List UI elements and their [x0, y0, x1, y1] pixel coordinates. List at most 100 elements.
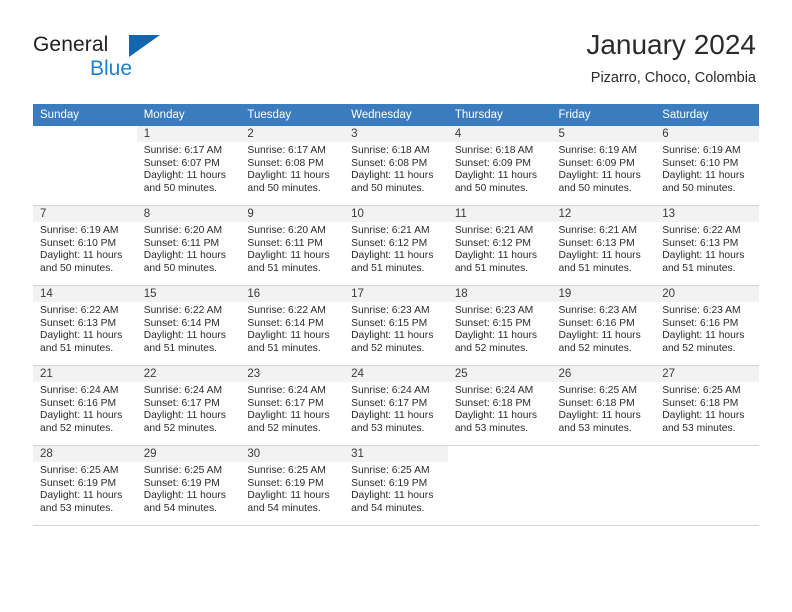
sunrise-text: Sunrise: 6:25 AM: [662, 385, 741, 396]
brand-name-blue: Blue: [90, 57, 133, 80]
day-cell[interactable]: 30 Sunrise: 6:25 AM Sunset: 6:19 PM Dayligh…: [240, 445, 345, 526]
day-cell[interactable]: 31 Sunrise: 6:25 AM Sunset: 6:19 PM Dayligh…: [344, 445, 448, 526]
sunset-text: Sunset: 6:19 PM: [143, 477, 220, 489]
day-cell[interactable]: 16 Sunrise: 6:22 AM Sunset: 6:14 PM Dayligh…: [240, 285, 345, 366]
sunrise-text: Sunrise: 6:19 AM: [662, 145, 741, 156]
daylight-text-line2: and 53 minutes.: [40, 502, 114, 514]
daylight-text-line1: Daylight: 11 hours: [143, 490, 226, 502]
day-number: 23: [240, 366, 345, 382]
sunset-text: Sunset: 6:13 PM: [662, 237, 739, 249]
daylight-text-line1: Daylight: 11 hours: [143, 250, 226, 262]
day-cell[interactable]: 8 Sunrise: 6:20 AM Sunset: 6:11 PM Daylight…: [136, 205, 241, 286]
brand-name-general: General: [33, 33, 109, 56]
day-cell[interactable]: 15 Sunrise: 6:22 AM Sunset: 6:14 PM Dayligh…: [136, 285, 241, 366]
day-cell[interactable]: 10 Sunrise: 6:21 AM Sunset: 6:12 PM Dayligh…: [344, 205, 448, 286]
day-cell[interactable]: [655, 445, 759, 526]
daylight-text-line2: and 50 minutes.: [40, 262, 114, 274]
week-row: 1 Sunrise: 6:17 AM Sunset: 6:07 PM Daylight…: [33, 126, 759, 206]
daylight-text-line2: and 50 minutes.: [143, 182, 217, 194]
sunset-text: Sunset: 6:19 PM: [40, 477, 117, 489]
day-number: 8: [136, 206, 241, 222]
day-cell[interactable]: 17 Sunrise: 6:23 AM Sunset: 6:15 PM Dayligh…: [344, 285, 448, 366]
week-row: 7 Sunrise: 6:19 AM Sunset: 6:10 PM Daylight…: [33, 205, 759, 286]
day-cell[interactable]: 5 Sunrise: 6:19 AM Sunset: 6:09 PM Daylight…: [551, 126, 656, 206]
week-row: 21 Sunrise: 6:24 AM Sunset: 6:16 PM Dayligh…: [33, 365, 759, 446]
day-cell[interactable]: 11 Sunrise: 6:21 AM Sunset: 6:12 PM Dayligh…: [447, 205, 552, 286]
sunrise-text: Sunrise: 6:25 AM: [143, 465, 223, 476]
sunset-text: Sunset: 6:14 PM: [143, 317, 220, 329]
daylight-text-line1: Daylight: 11 hours: [143, 170, 226, 182]
daylight-text-line1: Daylight: 11 hours: [247, 330, 330, 342]
day-number: 6: [655, 126, 759, 142]
day-cell[interactable]: 9 Sunrise: 6:20 AM Sunset: 6:11 PM Daylight…: [240, 205, 345, 286]
day-cell[interactable]: 18 Sunrise: 6:23 AM Sunset: 6:15 PM Dayligh…: [447, 285, 552, 366]
daylight-text-line2: and 51 minutes.: [247, 262, 321, 274]
sunrise-text: Sunrise: 6:22 AM: [40, 305, 119, 316]
sunrise-text: Sunrise: 6:19 AM: [40, 225, 119, 236]
day-cell[interactable]: 1 Sunrise: 6:17 AM Sunset: 6:07 PM Daylight…: [136, 126, 241, 206]
day-cell[interactable]: 13 Sunrise: 6:22 AM Sunset: 6:13 PM Dayligh…: [655, 205, 759, 286]
sunrise-text: Sunrise: 6:23 AM: [558, 305, 637, 316]
daylight-text-line1: Daylight: 11 hours: [247, 170, 330, 182]
sunrise-text: Sunrise: 6:22 AM: [143, 305, 223, 316]
sunset-text: Sunset: 6:17 PM: [143, 397, 220, 409]
sunset-text: Sunset: 6:13 PM: [558, 237, 635, 249]
day-number: 28: [33, 446, 137, 462]
day-number: 21: [33, 366, 137, 382]
daylight-text-line1: Daylight: 11 hours: [351, 250, 434, 262]
day-cell[interactable]: 3 Sunrise: 6:18 AM Sunset: 6:08 PM Daylight…: [344, 126, 448, 206]
day-cell[interactable]: [447, 445, 552, 526]
daylight-text-line2: and 52 minutes.: [662, 342, 736, 354]
sunrise-text: Sunrise: 6:18 AM: [351, 145, 430, 156]
daylight-text-line2: and 54 minutes.: [247, 502, 321, 514]
sunrise-text: Sunrise: 6:24 AM: [351, 385, 430, 396]
day-cell[interactable]: 25 Sunrise: 6:24 AM Sunset: 6:18 PM Dayligh…: [447, 365, 552, 446]
day-number: 9: [240, 206, 345, 222]
title-block: January 2024 Pizarro, Choco, Colombia: [586, 28, 756, 87]
day-cell[interactable]: 26 Sunrise: 6:25 AM Sunset: 6:18 PM Dayligh…: [551, 365, 656, 446]
brand-logo[interactable]: General Blue: [33, 33, 253, 87]
daylight-text-line2: and 52 minutes.: [247, 422, 321, 434]
day-cell[interactable]: 27 Sunrise: 6:25 AM Sunset: 6:18 PM Dayligh…: [655, 365, 759, 446]
page-title: January 2024: [586, 29, 756, 60]
sunset-text: Sunset: 6:09 PM: [558, 157, 635, 169]
sunset-text: Sunset: 6:08 PM: [247, 157, 324, 169]
day-cell[interactable]: 22 Sunrise: 6:24 AM Sunset: 6:17 PM Dayligh…: [136, 365, 241, 446]
day-cell[interactable]: 24 Sunrise: 6:24 AM Sunset: 6:17 PM Dayligh…: [344, 365, 448, 446]
daylight-text-line2: and 51 minutes.: [351, 262, 425, 274]
sunset-text: Sunset: 6:09 PM: [454, 157, 531, 169]
weekday-header-saturday: Saturday: [655, 104, 759, 126]
day-cell[interactable]: 6 Sunrise: 6:19 AM Sunset: 6:10 PM Daylight…: [655, 126, 759, 206]
day-number: 25: [447, 366, 552, 382]
sunset-text: Sunset: 6:08 PM: [351, 157, 428, 169]
day-cell[interactable]: 28 Sunrise: 6:25 AM Sunset: 6:19 PM Dayligh…: [33, 445, 137, 526]
day-cell[interactable]: 29 Sunrise: 6:25 AM Sunset: 6:19 PM Dayligh…: [136, 445, 241, 526]
daylight-text-line1: Daylight: 11 hours: [143, 330, 226, 342]
daylight-text-line1: Daylight: 11 hours: [40, 490, 123, 502]
day-cell[interactable]: 19 Sunrise: 6:23 AM Sunset: 6:16 PM Dayligh…: [551, 285, 656, 366]
weekday-header-wednesday: Wednesday: [344, 104, 448, 126]
weekday-header-friday: Friday: [551, 104, 656, 126]
day-cell[interactable]: 21 Sunrise: 6:24 AM Sunset: 6:16 PM Dayligh…: [33, 365, 137, 446]
daylight-text-line2: and 52 minutes.: [143, 422, 217, 434]
week-row: 14 Sunrise: 6:22 AM Sunset: 6:13 PM Dayligh…: [33, 285, 759, 366]
day-cell[interactable]: 14 Sunrise: 6:22 AM Sunset: 6:13 PM Dayligh…: [33, 285, 137, 366]
day-cell[interactable]: 7 Sunrise: 6:19 AM Sunset: 6:10 PM Daylight…: [33, 205, 137, 286]
day-number: 18: [447, 286, 552, 302]
day-cell[interactable]: 2 Sunrise: 6:17 AM Sunset: 6:08 PM Daylight…: [240, 126, 345, 206]
day-cell[interactable]: 4 Sunrise: 6:18 AM Sunset: 6:09 PM Daylight…: [447, 126, 552, 206]
sunset-text: Sunset: 6:17 PM: [247, 397, 324, 409]
day-number: 3: [344, 126, 448, 142]
sunrise-text: Sunrise: 6:22 AM: [662, 225, 741, 236]
day-cell[interactable]: 23 Sunrise: 6:24 AM Sunset: 6:17 PM Dayligh…: [240, 365, 345, 446]
day-cell[interactable]: [33, 126, 137, 206]
daylight-text-line1: Daylight: 11 hours: [247, 490, 330, 502]
sunrise-text: Sunrise: 6:17 AM: [247, 145, 326, 156]
day-cell[interactable]: 20 Sunrise: 6:23 AM Sunset: 6:16 PM Dayligh…: [655, 285, 759, 366]
day-cell[interactable]: [551, 445, 656, 526]
day-cell[interactable]: 12 Sunrise: 6:21 AM Sunset: 6:13 PM Dayligh…: [551, 205, 656, 286]
day-number: 1: [136, 126, 241, 142]
daylight-text-line1: Daylight: 11 hours: [351, 330, 434, 342]
location-subtitle: Pizarro, Choco, Colombia: [590, 70, 756, 86]
daylight-text-line1: Daylight: 11 hours: [351, 410, 434, 422]
